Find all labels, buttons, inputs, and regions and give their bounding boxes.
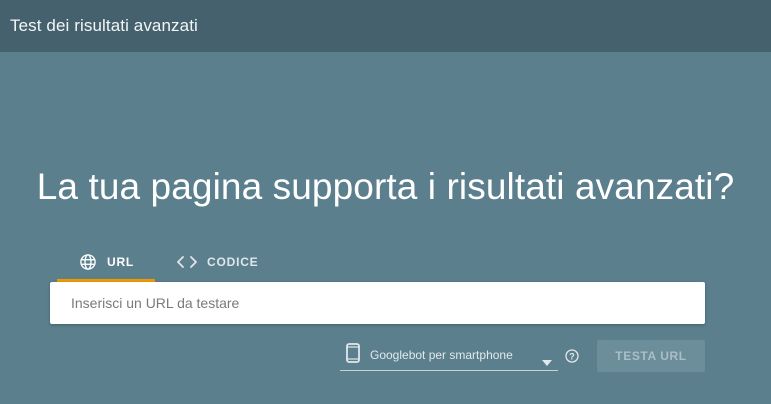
tab-url[interactable]: URL — [57, 242, 155, 282]
tab-url-label: URL — [107, 255, 135, 269]
device-select-value: Googlebot per smartphone — [370, 348, 513, 362]
app-title: Test dei risultati avanzati — [10, 16, 198, 35]
globe-icon — [79, 253, 97, 271]
help-icon[interactable]: ? — [565, 349, 579, 368]
input-mode-tabs: URL CODICE — [57, 242, 280, 282]
page: Test dei risultati avanzati La tua pagin… — [0, 0, 771, 404]
code-brackets-icon — [177, 255, 197, 269]
test-url-button[interactable]: TESTA URL — [597, 340, 705, 372]
tab-code[interactable]: CODICE — [155, 242, 280, 282]
device-select[interactable]: Googlebot per smartphone — [340, 340, 558, 371]
page-headline: La tua pagina supporta i risultati avanz… — [36, 166, 735, 207]
chevron-down-icon — [542, 353, 552, 371]
app-bar: Test dei risultati avanzati — [0, 0, 771, 52]
url-input[interactable] — [50, 282, 705, 324]
smartphone-icon — [346, 342, 360, 368]
tab-code-label: CODICE — [207, 255, 259, 269]
svg-text:?: ? — [569, 351, 575, 361]
url-field-container — [50, 282, 705, 324]
